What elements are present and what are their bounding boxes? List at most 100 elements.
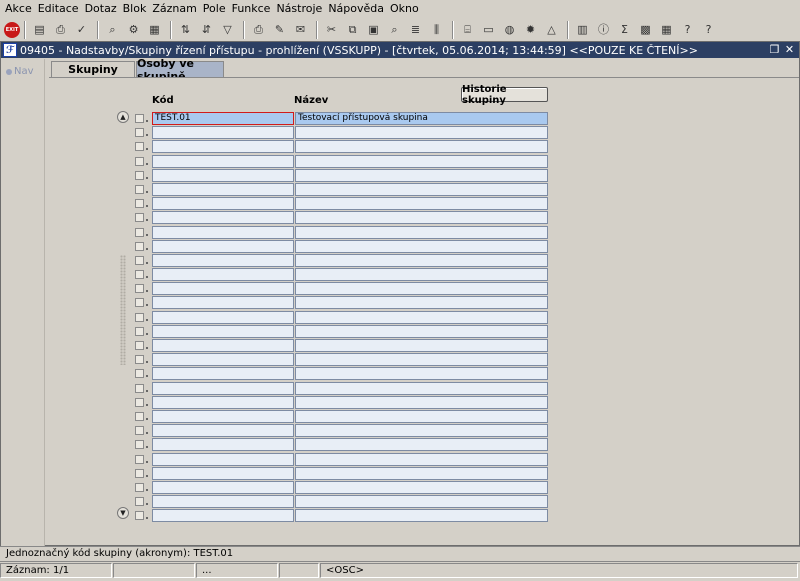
kod-field[interactable] [152, 339, 294, 352]
record-selector[interactable] [135, 482, 144, 492]
edit-icon[interactable]: ✎ [270, 20, 289, 39]
kod-field[interactable] [152, 381, 294, 395]
record-selector[interactable] [135, 298, 144, 308]
record-selector[interactable] [135, 142, 144, 152]
record-selector[interactable] [135, 184, 144, 194]
nazev-field[interactable] [295, 253, 548, 267]
context-help-icon[interactable]: ? [699, 20, 718, 39]
help-icon[interactable]: ? [678, 20, 697, 39]
nazev-field[interactable] [295, 239, 548, 253]
nazev-field[interactable] [295, 324, 548, 338]
record-selector[interactable] [135, 454, 144, 464]
kod-field[interactable] [152, 466, 294, 480]
kod-field[interactable] [152, 324, 294, 338]
scroll-up-icon[interactable]: ▲ [117, 111, 129, 123]
history-button[interactable]: Historie skupiny [461, 84, 548, 106]
accept-icon[interactable]: ✓ [72, 20, 91, 39]
menu-item[interactable]: Záznam [149, 0, 199, 18]
nazev-field[interactable] [295, 409, 548, 423]
record-selector[interactable] [135, 241, 144, 251]
record-selector[interactable] [135, 355, 144, 365]
scroll-grip[interactable] [120, 255, 126, 365]
print-form-icon[interactable]: ⎙ [249, 20, 268, 39]
nazev-field[interactable] [295, 509, 548, 523]
restore-icon[interactable]: ❐ [768, 43, 781, 56]
record-selector[interactable] [135, 128, 144, 138]
nazev-field[interactable] [295, 282, 548, 296]
nazev-field[interactable] [295, 154, 548, 168]
kod-field[interactable] [152, 395, 294, 409]
nazev-field[interactable] [295, 310, 548, 324]
nazev-field[interactable] [295, 480, 548, 494]
record-selector[interactable] [135, 284, 144, 294]
save-icon[interactable]: ▤ [30, 20, 49, 39]
nazev-field[interactable] [295, 140, 548, 154]
list-icon[interactable]: ≣ [406, 20, 425, 39]
kod-field[interactable] [152, 225, 294, 239]
warning-icon[interactable]: △ [542, 20, 561, 39]
record-selector[interactable] [135, 326, 144, 336]
kod-field[interactable] [152, 367, 294, 381]
tab-osoby-ve-skupine[interactable]: Osoby ve skupině [136, 57, 224, 83]
kod-field[interactable] [152, 452, 294, 466]
info-icon[interactable]: ⓘ [594, 20, 613, 39]
calculator-icon[interactable]: ▦ [657, 20, 676, 39]
excel-icon[interactable]: ▩ [636, 20, 655, 39]
record-selector[interactable] [135, 170, 144, 180]
scroll-track[interactable] [120, 125, 126, 505]
settings-icon[interactable]: ✹ [521, 20, 540, 39]
kod-field[interactable] [152, 154, 294, 168]
kod-field[interactable]: TEST.01 [152, 112, 294, 125]
nazev-field[interactable] [295, 367, 548, 381]
menu-item[interactable]: Akce [2, 0, 35, 18]
nazev-field[interactable] [295, 197, 548, 211]
nazev-field[interactable] [295, 424, 548, 438]
record-selector[interactable] [135, 397, 144, 407]
globe-icon[interactable]: ◍ [500, 20, 519, 39]
record-selector[interactable] [135, 383, 144, 393]
tab-skupiny[interactable]: Skupiny [51, 61, 135, 77]
record-selector[interactable] [135, 199, 144, 209]
nazev-field[interactable] [295, 268, 548, 282]
menu-item[interactable]: Editace [35, 0, 82, 18]
query-enter-icon[interactable]: ⌕ [103, 20, 122, 39]
records-scrollbar[interactable]: ▲ ▼ [117, 111, 129, 519]
sort-descending-icon[interactable]: ⇵ [197, 20, 216, 39]
nazev-field[interactable] [295, 225, 548, 239]
nazev-field[interactable] [295, 353, 548, 367]
cut-icon[interactable]: ✂ [322, 20, 341, 39]
menu-item[interactable]: Funkce [229, 0, 274, 18]
record-selector[interactable] [135, 411, 144, 421]
kod-field[interactable] [152, 211, 294, 225]
record-selector[interactable] [135, 270, 144, 280]
menu-item[interactable]: Dotaz [82, 0, 120, 18]
kod-field[interactable] [152, 353, 294, 367]
menu-item[interactable]: Blok [120, 0, 150, 18]
kod-field[interactable] [152, 268, 294, 282]
menu-item[interactable]: Pole [200, 0, 229, 18]
kod-field[interactable] [152, 424, 294, 438]
record-selector[interactable] [135, 468, 144, 478]
kod-field[interactable] [152, 495, 294, 509]
kod-field[interactable] [152, 253, 294, 267]
record-selector[interactable] [135, 440, 144, 450]
nazev-field[interactable] [295, 438, 548, 452]
nazev-field[interactable] [295, 182, 548, 196]
nazev-field[interactable] [295, 466, 548, 480]
record-selector[interactable] [135, 227, 144, 237]
paste-icon[interactable]: ▣ [364, 20, 383, 39]
nazev-field[interactable] [295, 495, 548, 509]
record-selector[interactable] [135, 312, 144, 322]
kod-field[interactable] [152, 126, 294, 140]
record-selector[interactable] [135, 511, 144, 521]
kod-field[interactable] [152, 480, 294, 494]
sort-icon[interactable]: ⇅ [176, 20, 195, 39]
columns-icon[interactable]: ⫼ [427, 20, 446, 39]
query-execute-icon[interactable]: ⚙ [124, 20, 143, 39]
kod-field[interactable] [152, 282, 294, 296]
nazev-field[interactable] [295, 126, 548, 140]
print-icon[interactable]: ⎙ [51, 20, 70, 39]
nazev-field[interactable]: Testovací přístupová skupina [295, 112, 548, 125]
record-selector[interactable] [135, 497, 144, 507]
scroll-down-icon[interactable]: ▼ [117, 507, 129, 519]
